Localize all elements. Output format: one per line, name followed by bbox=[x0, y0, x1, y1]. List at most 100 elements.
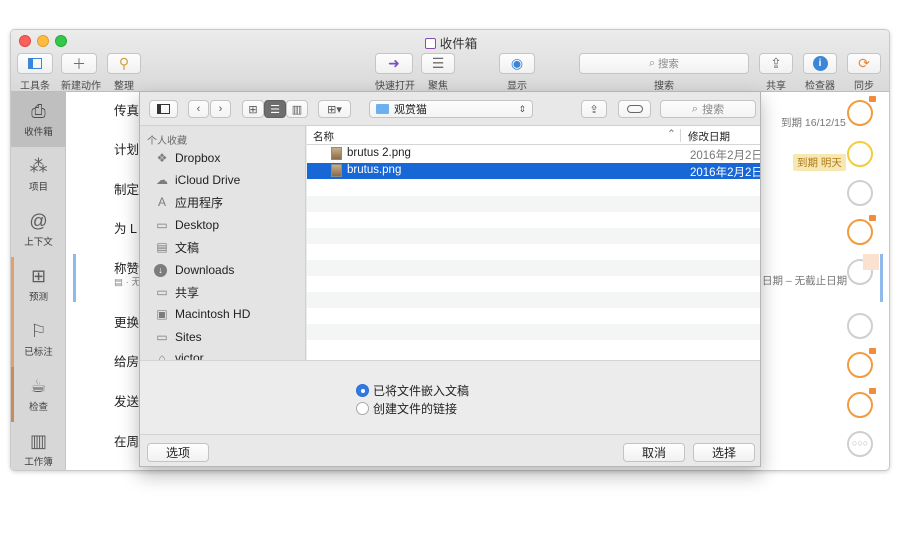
task-title[interactable]: 给房 bbox=[114, 351, 139, 370]
back-chevron-icon[interactable]: ‹ bbox=[188, 100, 209, 118]
disk-icon: ▣ bbox=[156, 307, 168, 321]
embed-option-label: 已将文件嵌入文稿 bbox=[373, 384, 470, 398]
task-title[interactable]: 计划 bbox=[114, 139, 139, 158]
broom-icon[interactable]: ⚲ bbox=[107, 53, 141, 74]
toolbar-focus[interactable]: ☰ 聚焦 bbox=[421, 53, 455, 92]
task-title[interactable]: 发送 bbox=[114, 391, 139, 410]
focus-list-icon[interactable]: ☰ bbox=[421, 53, 455, 74]
favorite-label: 应用程序 bbox=[175, 195, 224, 210]
date-column-header[interactable]: 修改日期 bbox=[688, 129, 730, 144]
toolbar-search[interactable]: ⌕ 搜索 搜索 bbox=[579, 53, 749, 92]
task-checkbox[interactable] bbox=[847, 219, 873, 245]
task-checkbox[interactable] bbox=[847, 352, 873, 378]
sidebar-item-contexts[interactable]: @ 上下文 bbox=[11, 202, 66, 257]
more-checkbox-icon[interactable]: ○○○ bbox=[847, 431, 873, 457]
toolbar-share[interactable]: ⇪ 共享 bbox=[759, 53, 793, 92]
due-tomorrow-badge: 到期 明天 bbox=[793, 154, 846, 171]
task-title[interactable]: 传真 bbox=[114, 100, 139, 119]
task-checkbox[interactable] bbox=[847, 180, 873, 206]
task-checkbox[interactable] bbox=[847, 392, 873, 418]
favorite-sites[interactable]: ▭ Sites bbox=[154, 327, 201, 347]
search-placeholder: 搜索 bbox=[657, 58, 679, 70]
task-checkbox[interactable] bbox=[847, 141, 873, 167]
file-row-selected[interactable]: brutus.png 2016年2月2日 bbox=[307, 163, 761, 179]
flag-icon bbox=[869, 215, 876, 221]
sidebar-toggle-icon[interactable] bbox=[149, 100, 178, 118]
forward-chevron-icon[interactable]: › bbox=[210, 100, 231, 118]
sidebar-item-flagged[interactable]: ⚐ 已标注 bbox=[11, 312, 66, 367]
task-title[interactable]: 在周 bbox=[114, 431, 139, 450]
task-title[interactable]: 制定 bbox=[114, 179, 139, 198]
favorite-documents[interactable]: ▤ 文稿 bbox=[154, 237, 199, 257]
icon-view-icon[interactable]: ⊞ bbox=[242, 100, 264, 118]
sidebar-item-workbook[interactable]: ▥ 工作簿 bbox=[11, 422, 66, 470]
home-icon: ⌂ bbox=[158, 351, 166, 360]
favorite-home[interactable]: ⌂ victor bbox=[154, 348, 203, 360]
favorite-macintosh-hd[interactable]: ▣ Macintosh HD bbox=[154, 304, 250, 324]
toolbar-new-action[interactable]: ＋ 新建动作 bbox=[61, 53, 101, 92]
toolbar-clean-up[interactable]: ⚲ 整理 bbox=[107, 53, 141, 92]
flag-icon bbox=[869, 96, 876, 102]
toolbar-inspector[interactable]: i 检查器 bbox=[803, 53, 837, 92]
eye-icon[interactable]: ◉ bbox=[499, 53, 535, 74]
gallery-view-dropdown-icon[interactable]: ⊞▾ bbox=[318, 100, 351, 118]
favorite-label: Downloads bbox=[175, 263, 235, 277]
file-row[interactable]: brutus 2.png 2016年2月2日 下 bbox=[307, 146, 760, 162]
share-icon[interactable]: ⇪ bbox=[581, 100, 607, 118]
favorite-desktop[interactable]: ▭ Desktop bbox=[154, 215, 219, 235]
tag-icon[interactable] bbox=[618, 100, 651, 118]
toolbar-search-input[interactable]: ⌕ 搜索 bbox=[579, 53, 749, 74]
sort-ascending-icon: ⌃ bbox=[667, 128, 676, 140]
toolbar-sync[interactable]: ⟳ 同步 bbox=[847, 53, 881, 92]
favorite-shared[interactable]: ▭ 共享 bbox=[154, 282, 199, 302]
file-date: 2016年2月2日 bbox=[690, 167, 761, 179]
name-column-header[interactable]: 名称 bbox=[313, 129, 334, 144]
favorite-dropbox[interactable]: ❖ Dropbox bbox=[154, 148, 221, 168]
toolbar-tools[interactable]: 工具条 bbox=[17, 53, 53, 92]
sidebar-item-projects[interactable]: ⁂ 项目 bbox=[11, 147, 66, 202]
selected-row-indicator-right bbox=[880, 254, 883, 302]
sidebar-item-forecast[interactable]: ⊞ 预测 bbox=[11, 257, 66, 312]
quick-open-arrow-icon[interactable]: ➜ bbox=[375, 53, 413, 74]
perspective-sidebar: ⎙ 收件箱 ⁂ 项目 @ 上下文 ⊞ 预测 ⚐ 已标注 ☕ 检查 ▥ 工作簿 bbox=[11, 92, 66, 470]
location-popup[interactable]: 观赏猫 ⇕ bbox=[369, 100, 533, 118]
title-bar: 收件箱 工具条 ＋ 新建动作 ⚲ 整理 ➜ 快速打开 ☰ 聚焦 ◉ 显示 ⌕ 搜索… bbox=[11, 30, 889, 92]
cancel-button[interactable]: 取消 bbox=[623, 443, 685, 462]
options-button[interactable]: 选项 bbox=[147, 443, 209, 462]
task-checkbox[interactable] bbox=[847, 313, 873, 339]
link-file-radio[interactable]: 创建文件的链接 bbox=[356, 400, 457, 417]
favorite-icloud[interactable]: ☁ iCloud Drive bbox=[154, 170, 240, 190]
due-date-label: 到期 16/12/15 bbox=[781, 117, 846, 129]
sync-label: 同步 bbox=[854, 81, 874, 92]
toolbar-quick-open[interactable]: ➜ 快速打开 bbox=[375, 53, 415, 92]
favorite-downloads[interactable]: ↓ Downloads bbox=[154, 260, 234, 280]
choose-button[interactable]: 选择 bbox=[693, 443, 755, 462]
embed-file-radio[interactable]: 已将文件嵌入文稿 bbox=[356, 382, 469, 399]
favorite-label: 共享 bbox=[175, 285, 200, 300]
empty-row bbox=[307, 324, 760, 340]
plus-icon[interactable]: ＋ bbox=[61, 53, 97, 74]
flag-highlight bbox=[863, 254, 879, 270]
favorites-header: 个人收藏 bbox=[147, 136, 187, 147]
window-title-text: 收件箱 bbox=[439, 37, 478, 51]
favorite-applications[interactable]: A 应用程序 bbox=[154, 192, 223, 212]
sidebar-toggle-icon[interactable] bbox=[17, 53, 53, 74]
task-title[interactable]: 为 L bbox=[114, 218, 137, 237]
dialog-search-placeholder: 搜索 bbox=[702, 104, 725, 116]
task-title[interactable]: 更换 bbox=[114, 312, 139, 331]
empty-row bbox=[307, 212, 760, 228]
share-icon[interactable]: ⇪ bbox=[759, 53, 793, 74]
info-icon[interactable]: i bbox=[803, 53, 837, 74]
favorites-sidebar: 个人收藏 ❖ Dropbox ☁ iCloud Drive A 应用程序 ▭ Deskt… bbox=[140, 126, 306, 360]
dialog-search-input[interactable]: ⌕ 搜索 bbox=[660, 100, 756, 118]
file-list-header: 名称 ⌃ 修改日期 bbox=[307, 126, 760, 145]
column-view-icon[interactable]: ▥ bbox=[286, 100, 308, 118]
toolbar-view[interactable]: ◉ 显示 bbox=[499, 53, 535, 92]
magnifier-icon: ⌕ bbox=[649, 57, 655, 69]
sidebar-item-inbox[interactable]: ⎙ 收件箱 bbox=[11, 92, 66, 147]
tag-glyph bbox=[626, 105, 643, 113]
list-view-icon[interactable]: ☰ bbox=[264, 100, 286, 118]
sidebar-item-review[interactable]: ☕ 检查 bbox=[11, 367, 66, 422]
task-checkbox[interactable] bbox=[847, 100, 873, 126]
sync-icon[interactable]: ⟳ bbox=[847, 53, 881, 74]
